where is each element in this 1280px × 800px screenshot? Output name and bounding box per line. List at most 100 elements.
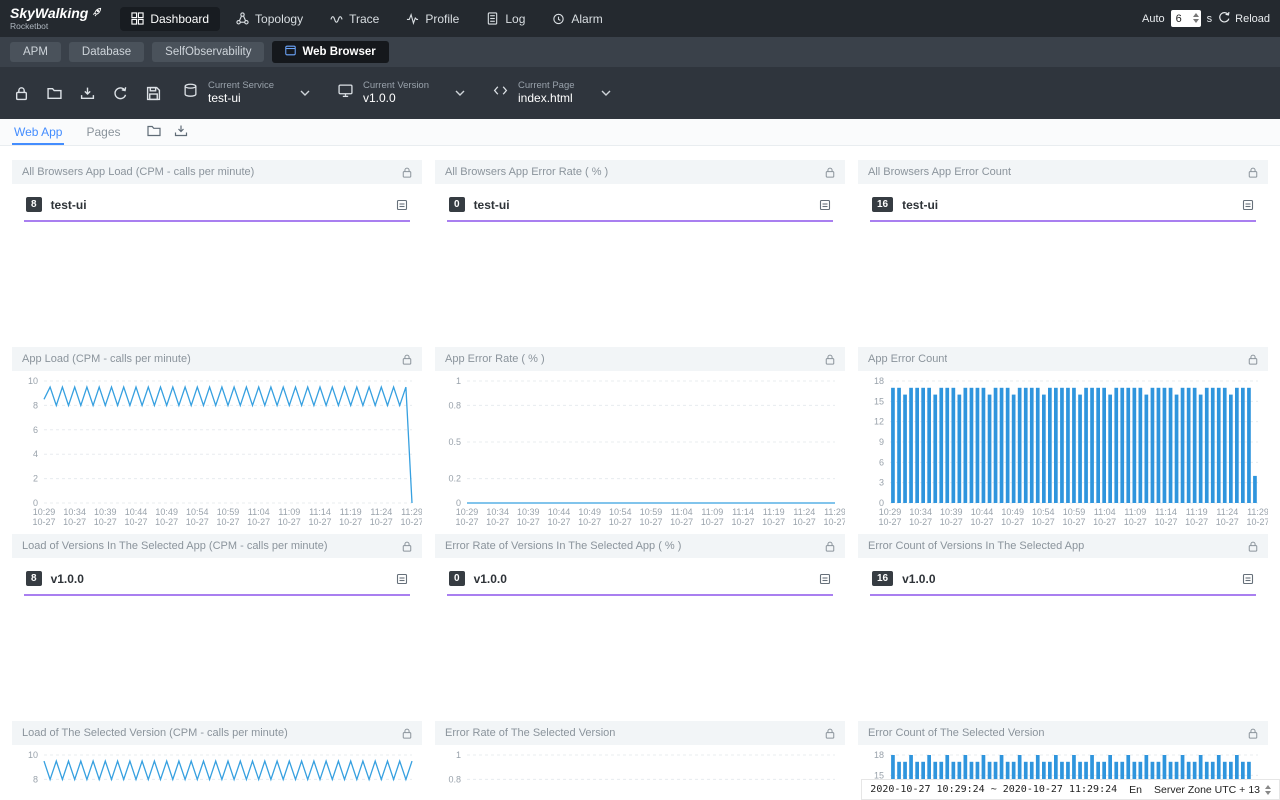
lock-icon[interactable] — [825, 167, 835, 178]
auto-interval-input[interactable] — [1171, 10, 1201, 27]
svg-text:3: 3 — [879, 478, 884, 488]
lock-icon[interactable] — [825, 541, 835, 552]
lock-icon[interactable] — [1248, 354, 1258, 365]
refresh-icon[interactable] — [113, 86, 128, 101]
tab-database[interactable]: Database — [69, 42, 144, 62]
list-item[interactable]: 8 test-ui — [24, 192, 410, 222]
subtab-web-app[interactable]: Web App — [12, 120, 64, 145]
svg-text:10-27: 10-27 — [878, 517, 901, 527]
inspect-icon[interactable] — [396, 573, 408, 585]
lock-icon[interactable] — [825, 354, 835, 365]
svg-text:10-27: 10-27 — [278, 517, 301, 527]
brand[interactable]: SkyWalking Rocketbot — [10, 6, 102, 31]
selected-version-error-rate-chart[interactable]: 00.20.50.8110:2910-2710:3410-2710:3910-2… — [435, 747, 845, 800]
svg-text:10:54: 10:54 — [186, 507, 209, 517]
tab-apm[interactable]: APM — [10, 42, 61, 62]
inspect-icon[interactable] — [819, 199, 831, 211]
selected-version-load-chart[interactable]: 024681010:2910-2710:3410-2710:3910-2710:… — [12, 747, 422, 800]
inspect-icon[interactable] — [396, 199, 408, 211]
svg-text:10-27: 10-27 — [639, 517, 662, 527]
menu-item-dashboard[interactable]: Dashboard — [120, 7, 220, 31]
menu-item-topology[interactable]: Topology — [225, 7, 314, 31]
export-icon[interactable] — [80, 86, 95, 101]
time-range[interactable]: 2020-10-27 10:29:24 ~ 2020-10-27 11:29:2… — [870, 784, 1117, 795]
svg-text:11:04: 11:04 — [1094, 507, 1116, 517]
list-item[interactable]: 16 v1.0.0 — [870, 566, 1256, 596]
current-page-selector[interactable]: Current Page index.html — [493, 80, 611, 107]
svg-text:10:44: 10:44 — [971, 507, 994, 517]
card-title: Error Rate of Versions In The Selected A… — [445, 540, 681, 552]
value-badge: 8 — [26, 571, 42, 586]
svg-text:18: 18 — [874, 750, 884, 760]
lock-icon[interactable] — [402, 354, 412, 365]
current-version-selector[interactable]: Current Version v1.0.0 — [338, 80, 465, 107]
main-menu: Dashboard Topology Trace Profile Log Ala… — [120, 7, 613, 31]
svg-text:1: 1 — [456, 750, 461, 760]
server-zone-stepper[interactable] — [1265, 785, 1271, 795]
server-zone-control[interactable]: Server Zone UTC + 13 — [1154, 784, 1271, 796]
auto-interval-stepper[interactable] — [1193, 13, 1199, 23]
svg-text:10-27: 10-27 — [1001, 517, 1024, 527]
inspect-icon[interactable] — [819, 573, 831, 585]
svg-text:10-27: 10-27 — [970, 517, 993, 527]
folder-icon[interactable] — [47, 86, 62, 101]
toolbar-icons — [14, 86, 161, 101]
reload-button[interactable]: Reload — [1218, 11, 1270, 27]
svg-text:4: 4 — [33, 449, 38, 459]
card-header: All Browsers App Load (CPM - calls per m… — [12, 160, 422, 184]
card-header: App Error Count — [858, 347, 1268, 371]
svg-text:10-27: 10-27 — [731, 517, 754, 527]
menu-item-trace[interactable]: Trace — [319, 7, 390, 31]
card-title: All Browsers App Error Rate ( % ) — [445, 166, 608, 178]
app-error-count-chart[interactable]: 036912151810:2910-2710:3410-2710:3910-27… — [858, 373, 1268, 531]
list-item[interactable]: 16 test-ui — [870, 192, 1256, 222]
log-icon — [486, 12, 499, 25]
download-icon[interactable] — [174, 124, 188, 138]
tab-selfobservability[interactable]: SelfObservability — [152, 42, 264, 62]
svg-text:10:59: 10:59 — [640, 507, 663, 517]
lock-icon[interactable] — [14, 86, 29, 101]
svg-text:8: 8 — [33, 400, 38, 410]
save-icon[interactable] — [146, 86, 161, 101]
svg-text:11:24: 11:24 — [370, 507, 392, 517]
folder-icon[interactable] — [147, 124, 161, 138]
lock-icon[interactable] — [402, 167, 412, 178]
lock-icon[interactable] — [402, 728, 412, 739]
app-error-rate-chart[interactable]: 00.20.50.8110:2910-2710:3410-2710:3910-2… — [435, 373, 845, 531]
svg-text:10-27: 10-27 — [517, 517, 540, 527]
menu-item-profile[interactable]: Profile — [395, 7, 470, 31]
menu-item-label: Profile — [425, 12, 459, 26]
app-load-chart[interactable]: 024681010:2910-2710:3410-2710:3910-2710:… — [12, 373, 422, 531]
inspect-icon[interactable] — [1242, 199, 1254, 211]
svg-text:10-27: 10-27 — [370, 517, 393, 527]
card-header: Load of Versions In The Selected App (CP… — [12, 534, 422, 558]
menu-item-log[interactable]: Log — [475, 7, 536, 31]
svg-text:11:19: 11:19 — [1186, 507, 1208, 517]
profile-icon — [406, 12, 419, 25]
rocket-icon — [91, 6, 102, 20]
selector-value: v1.0.0 — [363, 91, 429, 106]
svg-text:10-27: 10-27 — [216, 517, 239, 527]
lock-icon[interactable] — [1248, 167, 1258, 178]
list-item[interactable]: 0 v1.0.0 — [447, 566, 833, 596]
svg-text:10-27: 10-27 — [940, 517, 963, 527]
subtab-pages[interactable]: Pages — [84, 120, 122, 145]
value-badge: 0 — [449, 571, 465, 586]
lock-icon[interactable] — [825, 728, 835, 739]
language-toggle[interactable]: En — [1129, 784, 1142, 796]
selector-value: test-ui — [208, 91, 274, 106]
lock-icon[interactable] — [1248, 728, 1258, 739]
menu-item-label: Topology — [255, 12, 303, 26]
svg-text:10-27: 10-27 — [547, 517, 570, 527]
item-name: v1.0.0 — [474, 572, 810, 586]
list-item[interactable]: 8 v1.0.0 — [24, 566, 410, 596]
list-item[interactable]: 0 test-ui — [447, 192, 833, 222]
lock-icon[interactable] — [1248, 541, 1258, 552]
current-service-selector[interactable]: Current Service test-ui — [183, 80, 310, 107]
menu-item-alarm[interactable]: Alarm — [541, 7, 613, 31]
lock-icon[interactable] — [402, 541, 412, 552]
tab-web-browser[interactable]: Web Browser — [272, 41, 388, 63]
inspect-icon[interactable] — [1242, 573, 1254, 585]
card-header: Error Count of The Selected Version — [858, 721, 1268, 745]
svg-text:11:29: 11:29 — [401, 507, 422, 517]
